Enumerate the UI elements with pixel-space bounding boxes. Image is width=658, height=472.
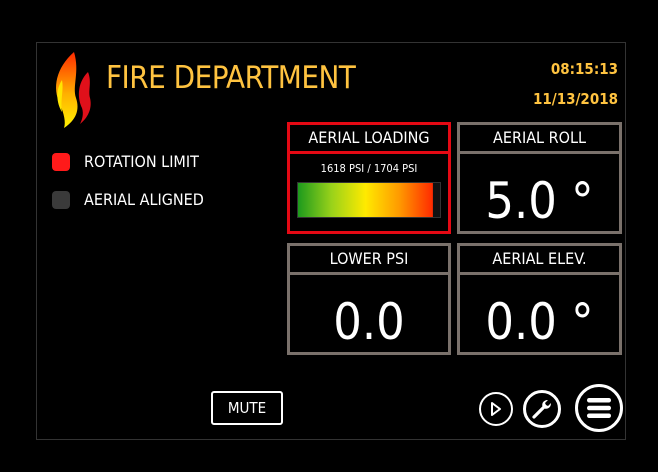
play-icon bbox=[491, 402, 501, 416]
indicator-label: ROTATION LIMIT bbox=[84, 152, 199, 171]
aerial-elev-value: 0.0 ° bbox=[485, 293, 594, 351]
card-aerial-roll[interactable]: AERIAL ROLL 5.0 ° bbox=[457, 122, 622, 234]
lower-psi-value: 0.0 bbox=[333, 293, 405, 351]
clock-date: 11/13/2018 bbox=[533, 90, 618, 108]
app-title: FIRE DEPARTMENT bbox=[106, 60, 356, 96]
aerial-roll-value: 5.0 ° bbox=[485, 172, 594, 230]
flame-icon bbox=[56, 52, 91, 128]
menu-icon bbox=[587, 398, 611, 418]
indicator-aerial-aligned: AERIAL ALIGNED bbox=[52, 188, 204, 212]
wrench-icon bbox=[532, 400, 551, 419]
menu-button[interactable] bbox=[575, 384, 623, 432]
clock: 08:15:13 11/13/2018 bbox=[533, 54, 618, 114]
settings-button[interactable] bbox=[523, 390, 561, 428]
indicator-rotation-limit: ROTATION LIMIT bbox=[52, 150, 199, 174]
psi-separator: / bbox=[367, 162, 371, 175]
indicator-label: AERIAL ALIGNED bbox=[84, 190, 204, 209]
card-title: LOWER PSI bbox=[290, 246, 448, 275]
card-title: AERIAL ROLL bbox=[460, 125, 619, 154]
clock-time: 08:15:13 bbox=[550, 60, 618, 78]
card-title: AERIAL LOADING bbox=[290, 125, 448, 154]
mute-button[interactable]: MUTE bbox=[211, 391, 283, 425]
current-psi: 1618 PSI bbox=[320, 162, 365, 175]
card-title: AERIAL ELEV. bbox=[460, 246, 619, 275]
status-led-aerial-aligned bbox=[52, 191, 70, 209]
max-psi: 1704 PSI bbox=[373, 162, 418, 175]
status-led-rotation-limit bbox=[52, 153, 70, 171]
play-button[interactable] bbox=[479, 392, 513, 426]
load-readout: 1618 PSI / 1704 PSI bbox=[290, 162, 448, 176]
load-gauge-bar bbox=[297, 182, 441, 218]
card-aerial-loading[interactable]: AERIAL LOADING 1618 PSI / 1704 PSI bbox=[287, 122, 451, 234]
card-aerial-elev[interactable]: AERIAL ELEV. 0.0 ° bbox=[457, 243, 622, 355]
card-lower-psi[interactable]: LOWER PSI 0.0 bbox=[287, 243, 451, 355]
